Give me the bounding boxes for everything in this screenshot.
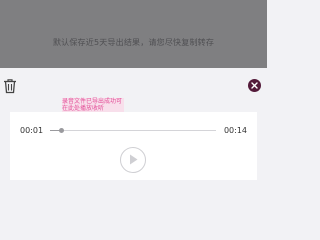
bottom-sheet: 录音文件已导出成功可在此处播放收听 00:01 00:14 — [0, 68, 267, 200]
play-icon — [130, 154, 138, 165]
elapsed-time: 00:01 — [20, 126, 44, 135]
retention-notice: 默认保存近5天导出结果，请您尽快复制转存 — [52, 38, 215, 47]
exported-file-name: 录音文件已导出成功可在此处播放收听 — [62, 98, 124, 112]
audio-player-card: 00:01 00:14 — [10, 112, 257, 180]
progress-handle[interactable] — [59, 128, 65, 133]
progress-slider[interactable] — [50, 128, 216, 133]
dimmed-backdrop[interactable]: 默认保存近5天导出结果，请您尽快复制转存 — [0, 0, 267, 68]
total-duration: 00:14 — [223, 126, 247, 135]
play-button[interactable] — [120, 147, 146, 173]
trash-icon[interactable] — [3, 78, 17, 94]
close-icon[interactable] — [248, 79, 261, 92]
